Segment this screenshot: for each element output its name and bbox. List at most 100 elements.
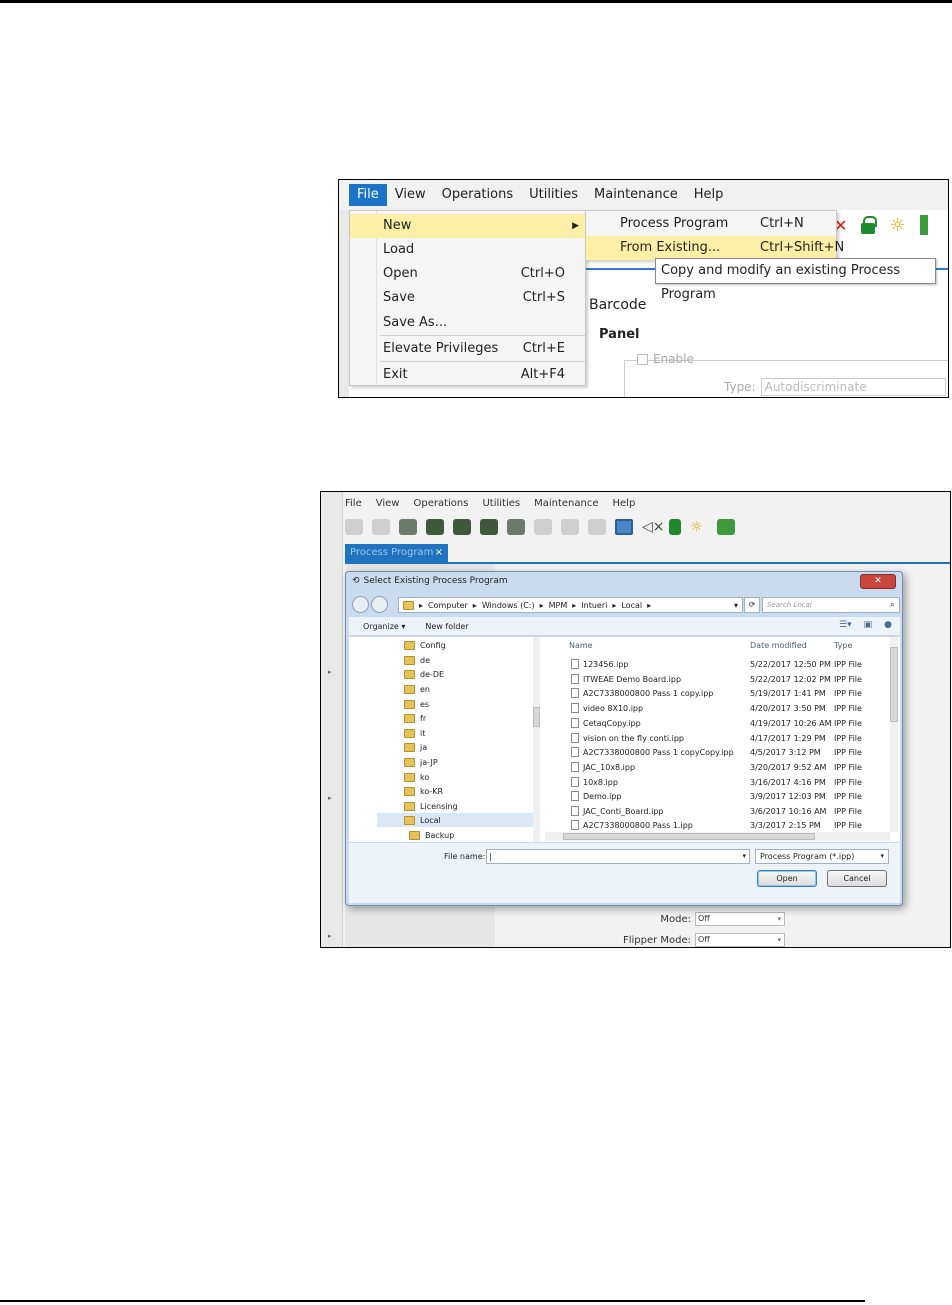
menu-item-from-existing[interactable]: From Existing... Ctrl+Shift+N — [586, 236, 844, 260]
tool-icon[interactable] — [453, 519, 471, 535]
column-date[interactable]: Date modified — [750, 641, 807, 650]
menu-file[interactable]: File — [349, 184, 387, 206]
scroll-thumb[interactable] — [563, 833, 815, 840]
file-row[interactable]: CetaqCopy.ipp 4/19/2017 10:26 AM IPP File — [545, 717, 895, 732]
lock-icon[interactable] — [669, 519, 681, 535]
menu-item-new[interactable]: New ▶ — [350, 214, 585, 238]
expand-arrow-icon[interactable]: ▸ — [328, 794, 332, 802]
tool-icon[interactable] — [372, 519, 390, 535]
menu-file[interactable]: File — [345, 498, 362, 509]
tree-item[interactable]: es — [404, 697, 429, 711]
tree-item[interactable]: Config — [404, 638, 446, 652]
tree-item[interactable]: ko — [404, 770, 429, 784]
preview-pane-icon[interactable]: ▣ — [864, 620, 873, 630]
expand-arrow-icon[interactable]: ▸ — [328, 668, 332, 676]
breadcrumb-item[interactable]: Local — [621, 601, 642, 610]
dialog-close-button[interactable]: ✕ — [860, 574, 896, 589]
tree-item[interactable]: Backup — [409, 828, 454, 842]
filename-input[interactable]: | — [486, 849, 750, 864]
tree-item[interactable]: Licensing — [404, 799, 458, 813]
tree-item[interactable]: ko-KR — [404, 784, 443, 798]
open-button[interactable]: Open — [757, 870, 817, 887]
menu-view[interactable]: View — [387, 184, 434, 206]
green-icon[interactable] — [919, 215, 928, 235]
file-row[interactable]: JAC_10x8.ipp 3/20/2017 9:52 AM IPP File — [545, 761, 895, 776]
tree-item[interactable]: fr — [404, 711, 426, 725]
tree-scrollbar[interactable] — [533, 637, 540, 842]
menu-item-save[interactable]: Save Ctrl+S — [350, 286, 585, 310]
menu-item-exit[interactable]: Exit Alt+F4 — [350, 363, 585, 387]
flipper-mode-select[interactable]: Off — [695, 933, 785, 947]
lightbulb-icon[interactable]: ☼ — [889, 215, 905, 236]
tool-icon[interactable] — [426, 519, 444, 535]
address-dropdown-icon[interactable]: ▾ — [734, 601, 738, 610]
file-row[interactable]: A2C7338000800 Pass 1 copyCopy.ipp 4/5/201… — [545, 746, 895, 761]
tree-item[interactable]: de-DE — [404, 667, 444, 681]
file-list-hscrollbar[interactable] — [545, 832, 890, 841]
menu-maintenance[interactable]: Maintenance — [534, 498, 598, 509]
expand-arrow-icon[interactable]: ▸ — [328, 932, 332, 940]
breadcrumb-item[interactable]: Windows (C:) — [482, 601, 535, 610]
menu-utilities[interactable]: Utilities — [482, 498, 520, 509]
column-name[interactable]: Name — [569, 641, 593, 650]
menu-item-process-program[interactable]: Process Program Ctrl+N — [586, 212, 836, 236]
file-row[interactable]: video 8X10.ipp 4/20/2017 3:50 PM IPP File — [545, 702, 895, 717]
chat-icon[interactable] — [717, 519, 735, 535]
file-list-vscrollbar[interactable] — [890, 637, 898, 832]
breadcrumb-item[interactable]: Intueri — [581, 601, 607, 610]
tab-close-icon[interactable]: × — [435, 544, 443, 562]
menu-help[interactable]: Help — [613, 498, 636, 509]
address-bar[interactable]: ▸ Computer ▸ Windows (C:) ▸ MPM ▸ Intuer… — [398, 597, 743, 613]
menu-item-load[interactable]: Load — [350, 238, 585, 262]
menu-operations[interactable]: Operations — [434, 184, 521, 206]
file-row[interactable]: Demo.ipp 3/9/2017 12:03 PM IPP File — [545, 790, 895, 805]
tool-icon[interactable] — [588, 519, 606, 535]
refresh-icon[interactable]: ⟳ — [744, 597, 760, 613]
column-type[interactable]: Type — [834, 641, 852, 650]
filetype-select[interactable]: Process Program (*.ipp) — [755, 849, 889, 864]
breadcrumb-item[interactable]: MPM — [549, 601, 568, 610]
organize-button[interactable]: Organize ▾ — [363, 622, 405, 631]
menu-help[interactable]: Help — [686, 184, 732, 206]
forward-button[interactable] — [371, 596, 388, 613]
scroll-thumb[interactable] — [533, 707, 540, 727]
breadcrumb-item[interactable]: Computer — [428, 601, 468, 610]
view-options-icon[interactable]: ☰▾ — [839, 620, 852, 630]
menu-item-elevate-privileges[interactable]: Elevate Privileges Ctrl+E — [350, 337, 585, 361]
file-row[interactable]: vision on the fly conti.ipp 4/17/2017 1:2… — [545, 732, 895, 747]
new-folder-button[interactable]: New folder — [425, 622, 468, 631]
file-row[interactable]: 10x8.ipp 3/16/2017 4:16 PM IPP File — [545, 776, 895, 791]
file-row[interactable]: A2C7338000800 Pass 1 copy.ipp 5/19/2017 1… — [545, 687, 895, 702]
tree-item[interactable]: ja-JP — [404, 755, 438, 769]
scroll-thumb[interactable] — [890, 647, 898, 722]
file-row[interactable]: 123456.ipp 5/22/2017 12:50 PM IPP File — [545, 658, 895, 673]
tool-icon[interactable] — [345, 519, 363, 535]
tree-item-selected[interactable]: Local — [377, 813, 537, 827]
speaker-mute-icon[interactable]: ◁× — [642, 519, 665, 535]
lock-icon[interactable] — [861, 216, 878, 234]
camera-icon[interactable] — [615, 519, 633, 535]
search-input[interactable]: Search Local ⌕ — [762, 597, 900, 613]
tree-item[interactable]: de — [404, 653, 430, 667]
type-select[interactable]: Autodiscriminate — [760, 378, 946, 396]
menu-item-save-as[interactable]: Save As... — [350, 311, 585, 335]
cancel-button[interactable]: Cancel — [827, 870, 887, 887]
help-icon[interactable]: ● — [884, 620, 892, 630]
enable-checkbox[interactable]: Enable — [637, 352, 694, 366]
lightbulb-icon[interactable]: ☼ — [690, 519, 708, 535]
tool-icon[interactable] — [480, 519, 498, 535]
menu-item-open[interactable]: Open Ctrl+O — [350, 262, 585, 286]
tree-item[interactable]: en — [404, 682, 430, 696]
tree-item[interactable]: ja — [404, 740, 427, 754]
menu-utilities[interactable]: Utilities — [521, 184, 586, 206]
mode-select[interactable]: Off — [695, 912, 785, 926]
tab-process-program[interactable]: Process Program × — [345, 544, 448, 562]
tool-icon[interactable] — [507, 519, 525, 535]
tool-icon[interactable] — [561, 519, 579, 535]
tool-icon[interactable] — [399, 519, 417, 535]
tree-item[interactable]: it — [404, 726, 425, 740]
menu-maintenance[interactable]: Maintenance — [586, 184, 686, 206]
back-button[interactable] — [352, 596, 369, 613]
menu-operations[interactable]: Operations — [413, 498, 468, 509]
menu-view[interactable]: View — [376, 498, 400, 509]
